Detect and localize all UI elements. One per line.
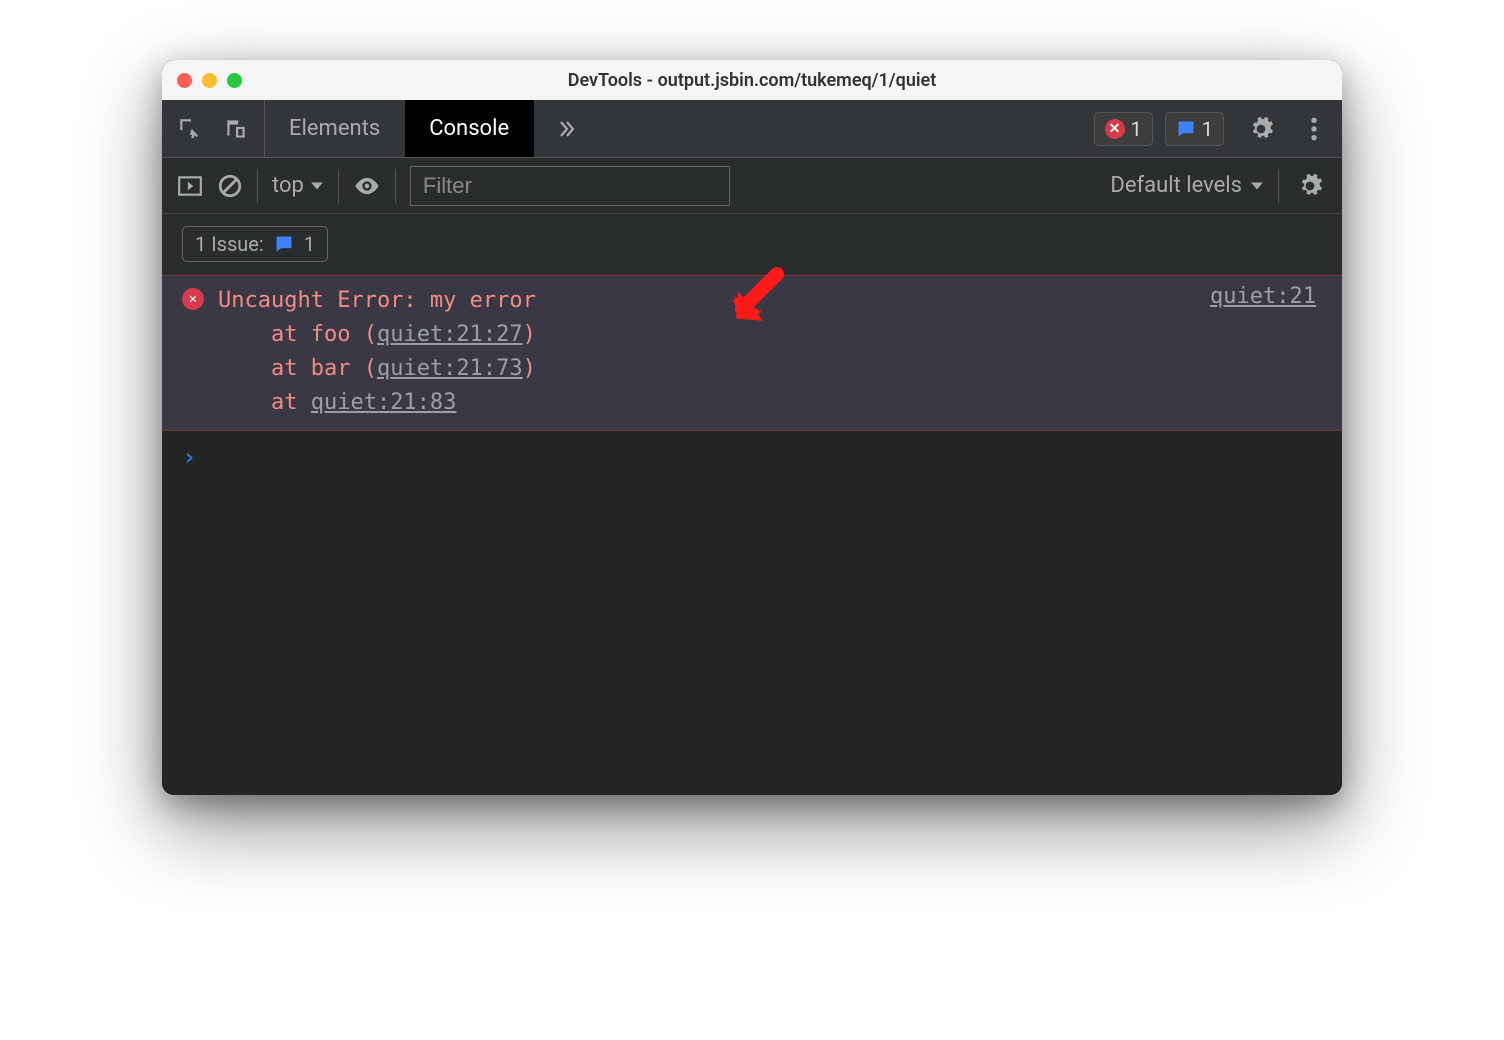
tabbar-right: ✕ 1 1	[1082, 100, 1343, 157]
error-source-link[interactable]: quiet:21	[1210, 284, 1322, 309]
console-output: ✕ Uncaught Error: my error at foo (quiet…	[162, 275, 1342, 795]
device-toolbar-icon[interactable]	[223, 116, 249, 142]
annotation-arrow-icon	[722, 264, 792, 334]
titlebar: DevTools - output.jsbin.com/tukemeq/1/qu…	[162, 60, 1342, 100]
toolbar-left-icons	[162, 100, 265, 157]
issue-count: 1	[1202, 117, 1213, 141]
more-tabs-button[interactable]	[534, 100, 598, 157]
prompt-chevron-icon: ›	[182, 443, 196, 471]
main-tabbar: Elements Console ✕ 1 1	[162, 100, 1342, 158]
console-settings-icon[interactable]	[1293, 173, 1327, 199]
issues-label: 1 Issue:	[195, 232, 264, 256]
error-text: Uncaught Error: my error at foo (quiet:2…	[218, 284, 536, 420]
error-message-row[interactable]: ✕ Uncaught Error: my error at foo (quiet…	[162, 275, 1342, 431]
stack-link-0[interactable]: quiet:21:27	[377, 322, 523, 347]
context-selector[interactable]: top	[272, 173, 324, 198]
window-close-button[interactable]	[177, 73, 192, 88]
inspect-element-icon[interactable]	[177, 116, 203, 142]
tab-elements[interactable]: Elements	[265, 100, 405, 157]
issue-count-badge[interactable]: 1	[1165, 112, 1224, 146]
console-toolbar: top Default levels	[162, 158, 1342, 214]
filter-input[interactable]	[410, 166, 730, 206]
log-levels-selector[interactable]: Default levels	[1110, 173, 1264, 198]
live-expression-icon[interactable]	[353, 172, 381, 200]
console-prompt[interactable]: ›	[162, 431, 1342, 483]
window-title: DevTools - output.jsbin.com/tukemeq/1/qu…	[568, 70, 937, 91]
error-count-badge[interactable]: ✕ 1	[1094, 112, 1153, 146]
issues-count: 1	[304, 232, 315, 256]
context-label: top	[272, 173, 304, 198]
error-circle-icon: ✕	[182, 288, 204, 310]
window-maximize-button[interactable]	[227, 73, 242, 88]
window-minimize-button[interactable]	[202, 73, 217, 88]
issues-bar: 1 Issue: 1	[162, 214, 1342, 275]
issues-chip[interactable]: 1 Issue: 1	[182, 226, 328, 262]
more-options-icon[interactable]	[1298, 116, 1330, 142]
tab-console[interactable]: Console	[405, 100, 534, 157]
devtools-window: DevTools - output.jsbin.com/tukemeq/1/qu…	[162, 60, 1342, 795]
error-icon: ✕	[1105, 119, 1125, 139]
stack-link-1[interactable]: quiet:21:73	[377, 356, 523, 381]
issue-icon	[1176, 119, 1196, 139]
clear-console-icon[interactable]	[217, 173, 243, 199]
settings-icon[interactable]	[1236, 116, 1286, 142]
error-message: Uncaught Error: my error	[218, 288, 536, 313]
issue-icon	[274, 234, 294, 254]
traffic-lights	[177, 73, 242, 88]
error-count: 1	[1131, 117, 1142, 141]
stack-link-2[interactable]: quiet:21:83	[311, 390, 457, 415]
log-levels-label: Default levels	[1110, 173, 1242, 198]
toggle-drawer-icon[interactable]	[177, 173, 203, 199]
